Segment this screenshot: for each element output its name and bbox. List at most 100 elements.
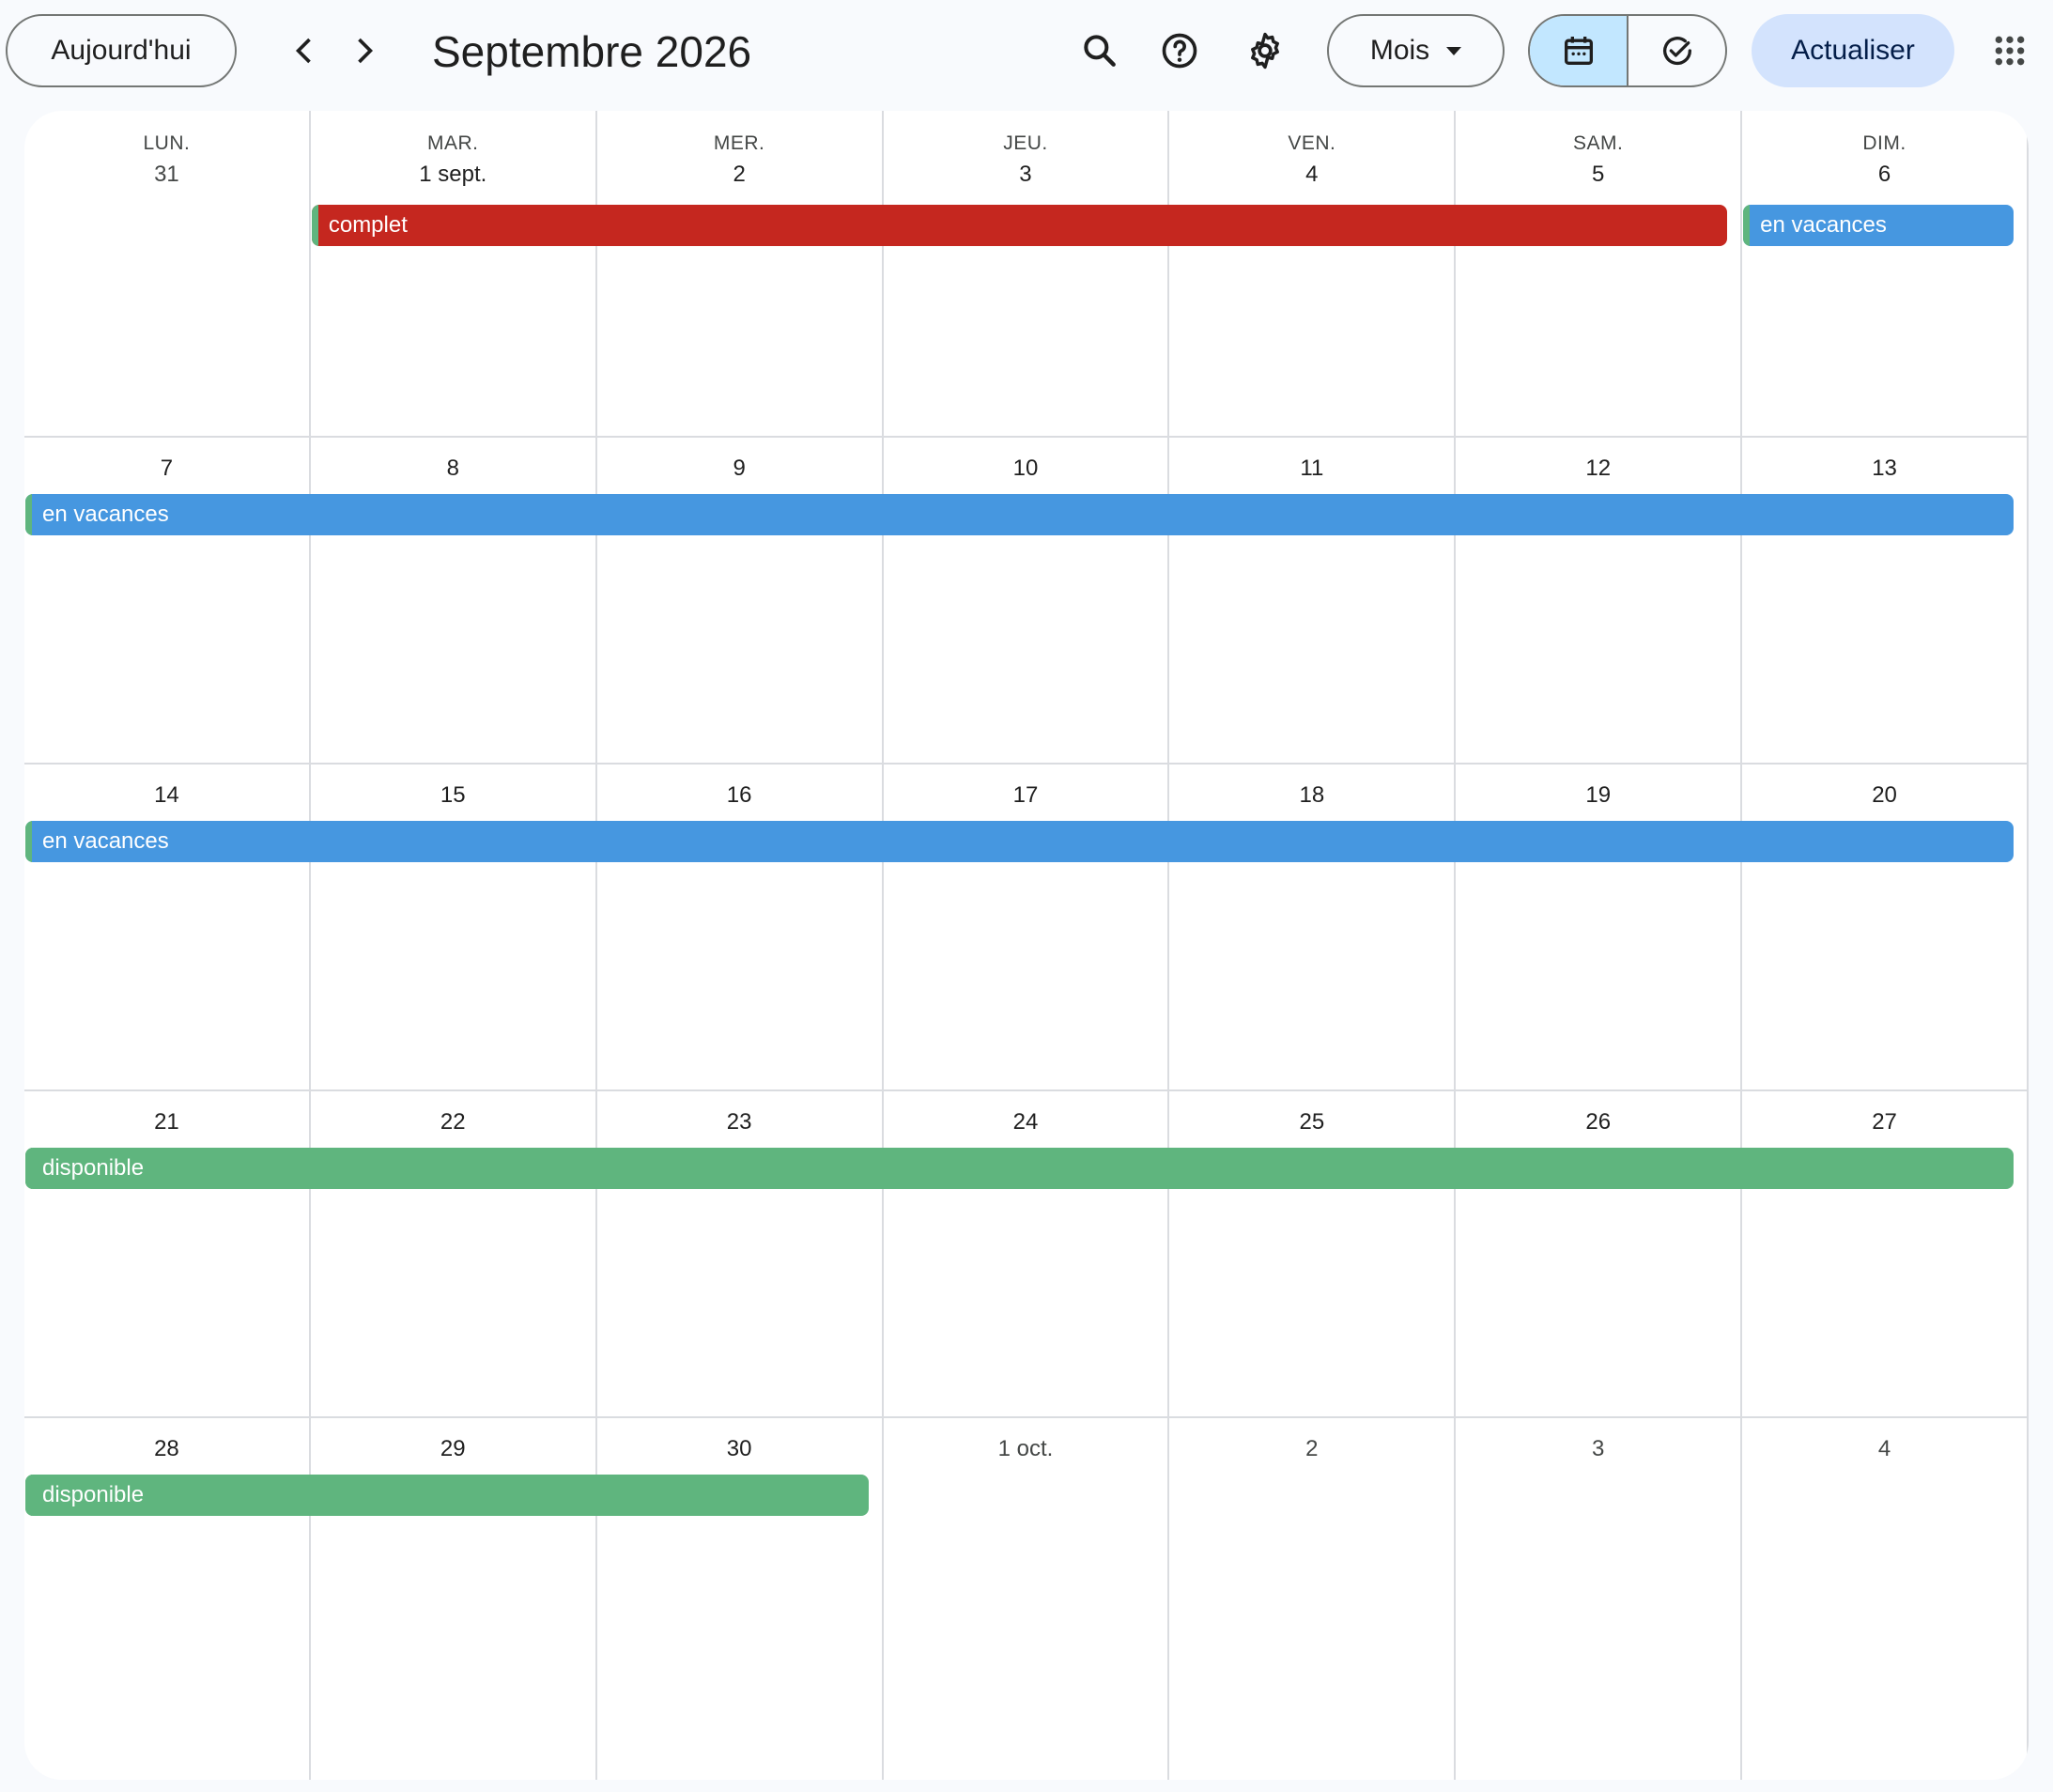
- calendar-view-button[interactable]: [1530, 16, 1629, 85]
- day-cell[interactable]: 3: [1456, 1418, 1743, 1780]
- day-number[interactable]: 11: [1169, 453, 1454, 485]
- day-number[interactable]: 19: [1456, 780, 1740, 811]
- weekday-label: LUN.: [143, 132, 191, 154]
- day-number[interactable]: 9: [597, 453, 882, 485]
- day-cell[interactable]: 2: [1169, 1418, 1457, 1780]
- previous-month-button[interactable]: [274, 21, 334, 81]
- view-select[interactable]: Mois: [1327, 14, 1505, 87]
- weekday-label: JEU.: [1003, 132, 1048, 154]
- day-number[interactable]: 14: [24, 780, 309, 811]
- day-number[interactable]: 3: [884, 159, 1168, 191]
- day-cell[interactable]: 23: [597, 1091, 884, 1416]
- day-number[interactable]: 26: [1456, 1106, 1740, 1138]
- day-number[interactable]: 27: [1742, 1106, 2027, 1138]
- day-cell[interactable]: 29: [311, 1418, 597, 1780]
- day-number[interactable]: 17: [884, 780, 1168, 811]
- next-month-button[interactable]: [334, 21, 394, 81]
- day-number[interactable]: 2: [597, 159, 882, 191]
- search-button[interactable]: [1070, 21, 1130, 81]
- day-cell[interactable]: 20: [1742, 765, 2029, 1089]
- day-number[interactable]: 15: [311, 780, 595, 811]
- day-number[interactable]: 2: [1169, 1433, 1454, 1465]
- event-chip[interactable]: en vacances: [25, 494, 2014, 535]
- day-cell[interactable]: 21: [24, 1091, 311, 1416]
- day-number[interactable]: 22: [311, 1106, 595, 1138]
- day-number[interactable]: 4: [1742, 1433, 2027, 1465]
- day-number[interactable]: 8: [311, 453, 595, 485]
- day-cell[interactable]: 12: [1456, 438, 1743, 763]
- day-cell[interactable]: 10: [884, 438, 1170, 763]
- day-number[interactable]: 1 oct.: [884, 1433, 1168, 1465]
- day-cell[interactable]: 11: [1169, 438, 1457, 763]
- day-cell[interactable]: JEU. 3: [884, 111, 1170, 436]
- day-number[interactable]: 31: [24, 159, 309, 191]
- weekday-label: MER.: [713, 132, 765, 154]
- day-number[interactable]: 24: [884, 1106, 1168, 1138]
- day-number[interactable]: 20: [1742, 780, 2027, 811]
- day-cell[interactable]: 8: [311, 438, 597, 763]
- day-number[interactable]: 28: [24, 1433, 309, 1465]
- day-cell[interactable]: 9: [597, 438, 884, 763]
- day-cell[interactable]: 17: [884, 765, 1170, 1089]
- day-cell[interactable]: 18: [1169, 765, 1457, 1089]
- day-cell[interactable]: 1 oct.: [884, 1418, 1170, 1780]
- day-cell[interactable]: 15: [311, 765, 597, 1089]
- week-row: 28 29 30 1 oct. 2 3 4 disponible: [24, 1418, 2029, 1780]
- day-number[interactable]: 25: [1169, 1106, 1454, 1138]
- day-cell[interactable]: 13: [1742, 438, 2029, 763]
- day-cell[interactable]: LUN. 31: [24, 111, 311, 436]
- caret-down-icon: [1446, 46, 1462, 55]
- refresh-button[interactable]: Actualiser: [1752, 14, 1954, 87]
- day-number[interactable]: 18: [1169, 780, 1454, 811]
- day-cell[interactable]: 28: [24, 1418, 311, 1780]
- day-cell[interactable]: 19: [1456, 765, 1743, 1089]
- today-button[interactable]: Aujourd'hui: [6, 14, 237, 87]
- day-number[interactable]: 4: [1169, 159, 1454, 191]
- day-number[interactable]: 3: [1456, 1433, 1740, 1465]
- day-cell[interactable]: 24: [884, 1091, 1170, 1416]
- day-cell[interactable]: 26: [1456, 1091, 1743, 1416]
- day-number[interactable]: 21: [24, 1106, 309, 1138]
- day-number[interactable]: 13: [1742, 453, 2027, 485]
- day-cell[interactable]: 14: [24, 765, 311, 1089]
- day-number[interactable]: 5: [1456, 159, 1740, 191]
- day-cell[interactable]: 22: [311, 1091, 597, 1416]
- settings-button[interactable]: [1235, 21, 1295, 81]
- day-cell[interactable]: 4: [1742, 1418, 2029, 1780]
- day-number[interactable]: 30: [597, 1433, 882, 1465]
- calendar-icon: [1564, 37, 1593, 65]
- day-number[interactable]: 1 sept.: [311, 159, 595, 191]
- month-grid: LUN. 31 MAR. 1 sept. MER. 2 JEU. 3 VEN. 4 SAM. 5 DIM…: [24, 111, 2029, 1780]
- day-number[interactable]: 12: [1456, 453, 1740, 485]
- view-select-label: Mois: [1369, 35, 1430, 66]
- event-chip[interactable]: disponible: [25, 1475, 869, 1516]
- day-number[interactable]: 10: [884, 453, 1168, 485]
- day-number[interactable]: 7: [24, 453, 309, 485]
- event-chip[interactable]: en vacances: [1743, 205, 2014, 246]
- task-check-icon: [1662, 37, 1691, 66]
- gear-icon: [1251, 32, 1279, 70]
- day-number[interactable]: 16: [597, 780, 882, 811]
- day-number[interactable]: 6: [1742, 159, 2027, 191]
- event-chip[interactable]: complet: [311, 205, 1728, 246]
- day-number[interactable]: 29: [311, 1433, 595, 1465]
- refresh-button-label: Actualiser: [1791, 35, 1915, 66]
- tasks-view-button[interactable]: [1629, 16, 1725, 85]
- weekday-label: DIM.: [1862, 132, 1906, 154]
- day-cell[interactable]: MAR. 1 sept.: [311, 111, 597, 436]
- event-chip[interactable]: disponible: [25, 1148, 2014, 1189]
- day-number[interactable]: 23: [597, 1106, 882, 1138]
- day-cell[interactable]: 27: [1742, 1091, 2029, 1416]
- day-cell[interactable]: SAM. 5: [1456, 111, 1743, 436]
- day-cell[interactable]: 7: [24, 438, 311, 763]
- day-cell[interactable]: VEN. 4: [1169, 111, 1457, 436]
- day-cell[interactable]: 30: [597, 1418, 884, 1780]
- event-chip[interactable]: en vacances: [25, 821, 2014, 862]
- day-cell[interactable]: DIM. 6: [1742, 111, 2029, 436]
- day-cell[interactable]: 16: [597, 765, 884, 1089]
- day-cell[interactable]: 25: [1169, 1091, 1457, 1416]
- day-cell[interactable]: MER. 2: [597, 111, 884, 436]
- weekday-label: VEN.: [1288, 132, 1336, 154]
- help-button[interactable]: [1150, 21, 1210, 81]
- apps-button[interactable]: [1986, 21, 2033, 81]
